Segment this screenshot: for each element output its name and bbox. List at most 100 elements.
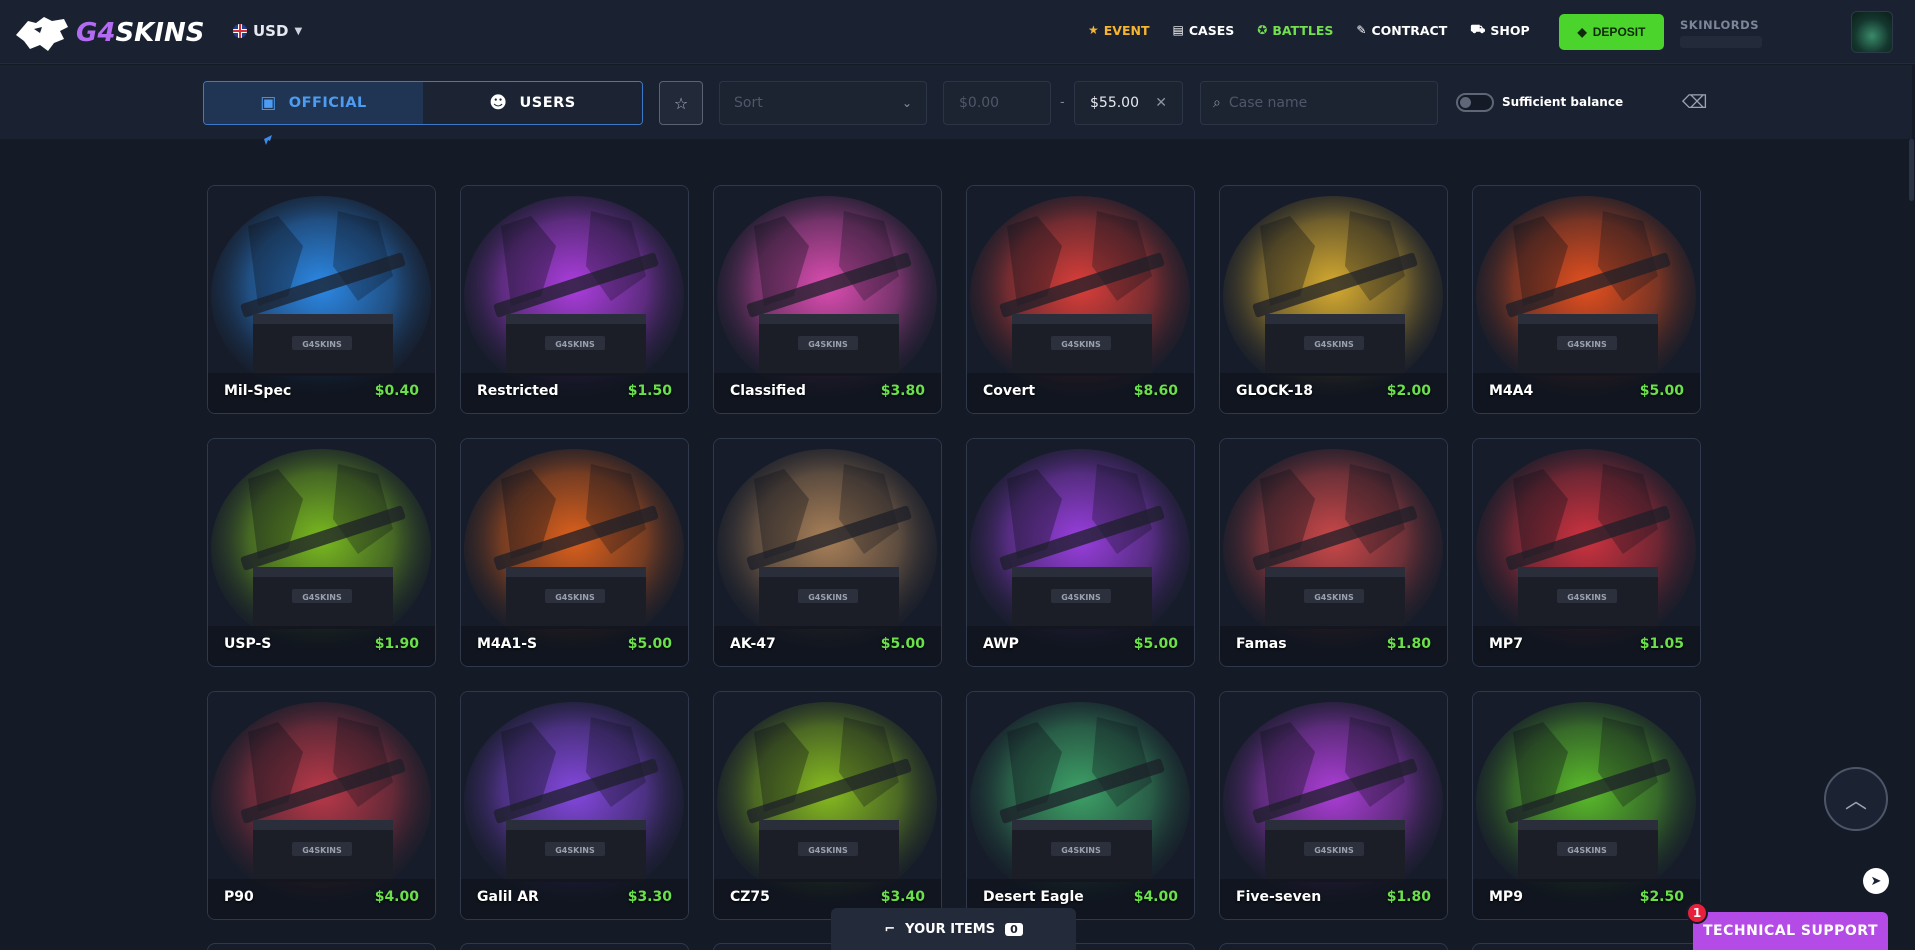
nav-cases-label: CASES bbox=[1188, 22, 1235, 38]
eraser-icon[interactable]: ⌫ bbox=[1682, 92, 1707, 114]
scrollbar-track[interactable] bbox=[1909, 139, 1915, 950]
case-name-search[interactable]: ⌕ Case name bbox=[1200, 81, 1438, 125]
scrollbar-thumb[interactable] bbox=[1909, 139, 1914, 201]
case-name: M4A1-S bbox=[477, 636, 538, 652]
case-image: G4SKINS bbox=[1220, 692, 1447, 919]
case-price: $0.40 bbox=[374, 383, 419, 399]
case-card-partial[interactable] bbox=[460, 943, 689, 950]
case-name: AK-47 bbox=[730, 636, 776, 652]
your-items-label: YOUR ITEMS bbox=[905, 921, 996, 937]
uk-flag-icon bbox=[233, 24, 247, 38]
case-name: Restricted bbox=[477, 383, 559, 399]
case-card[interactable]: G4SKINS GLOCK-18 $2.00 bbox=[1219, 185, 1448, 414]
technical-support-button[interactable]: TECHNICAL SUPPORT bbox=[1693, 912, 1888, 950]
case-card[interactable]: G4SKINS Galil AR $3.30 bbox=[460, 691, 689, 920]
your-items-button[interactable]: ⌐ YOUR ITEMS 0 bbox=[831, 908, 1076, 950]
case-card[interactable]: G4SKINS Desert Eagle $4.00 bbox=[966, 691, 1195, 920]
deposit-button[interactable]: ◆ DEPOSIT bbox=[1559, 14, 1664, 50]
currency-selector[interactable]: USD ▼ bbox=[233, 22, 302, 40]
case-card-partial[interactable] bbox=[1219, 943, 1448, 950]
case-price: $3.80 bbox=[880, 383, 925, 399]
nav-battles[interactable]: ✪ BATTLES bbox=[1257, 22, 1333, 38]
gun-icon: ⌐ bbox=[884, 921, 896, 937]
nav-event[interactable]: ★ EVENT bbox=[1088, 22, 1150, 38]
nav-battles-label: BATTLES bbox=[1272, 22, 1334, 38]
case-card[interactable]: G4SKINS M4A4 $5.00 bbox=[1472, 185, 1701, 414]
nav-contract[interactable]: ✎ CONTRACT bbox=[1356, 22, 1447, 38]
scroll-to-top-button[interactable]: ︿ bbox=[1824, 767, 1888, 831]
case-card[interactable]: G4SKINS Mil-Spec $0.40 bbox=[207, 185, 436, 414]
svg-text:G4SKINS: G4SKINS bbox=[1314, 593, 1354, 602]
case-price: $3.30 bbox=[627, 889, 672, 905]
price-range-dash: - bbox=[1060, 95, 1065, 110]
nav-shop[interactable]: ⛟ SHOP bbox=[1470, 22, 1529, 38]
clear-icon[interactable]: ✕ bbox=[1155, 95, 1167, 111]
case-image: G4SKINS bbox=[1220, 186, 1447, 413]
favorites-button[interactable]: ☆ bbox=[659, 81, 703, 125]
users-icon: ☻ bbox=[489, 93, 508, 113]
svg-text:G4SKINS: G4SKINS bbox=[302, 593, 342, 602]
tab-official[interactable]: ▣ OFFICIAL bbox=[204, 82, 423, 124]
chevron-down-icon: ▼ bbox=[294, 25, 303, 37]
case-card[interactable]: G4SKINS M4A1-S $5.00 bbox=[460, 438, 689, 667]
telegram-icon[interactable]: ➤ bbox=[1863, 868, 1889, 894]
case-name: MP9 bbox=[1489, 889, 1523, 905]
case-card[interactable]: G4SKINS Famas $1.80 bbox=[1219, 438, 1448, 667]
case-image: G4SKINS bbox=[208, 692, 435, 919]
chevron-up-icon: ︿ bbox=[1844, 789, 1867, 814]
case-card[interactable]: G4SKINS Restricted $1.50 bbox=[460, 185, 689, 414]
currency-label: USD bbox=[253, 22, 289, 40]
case-name: GLOCK-18 bbox=[1236, 383, 1314, 399]
pin-icon bbox=[264, 135, 272, 145]
case-image: G4SKINS bbox=[461, 186, 688, 413]
case-card[interactable]: G4SKINS MP7 $1.05 bbox=[1472, 438, 1701, 667]
case-name-placeholder: Case name bbox=[1228, 95, 1308, 111]
sufficient-balance-toggle[interactable] bbox=[1456, 93, 1494, 112]
case-card[interactable]: G4SKINS AK-47 $5.00 bbox=[713, 438, 942, 667]
case-card[interactable]: G4SKINS Covert $8.60 bbox=[966, 185, 1195, 414]
case-image: G4SKINS bbox=[714, 186, 941, 413]
svg-text:G4SKINS: G4SKINS bbox=[555, 593, 595, 602]
username[interactable]: SKINLORDS bbox=[1680, 18, 1759, 32]
case-card[interactable]: G4SKINS MP9 $2.50 bbox=[1472, 691, 1701, 920]
case-name: Galil AR bbox=[477, 889, 539, 905]
svg-text:G4SKINS: G4SKINS bbox=[555, 340, 595, 349]
price-to-input[interactable]: $55.00 ✕ bbox=[1074, 81, 1183, 125]
wallet-icon: ◆ bbox=[1577, 25, 1587, 39]
top-header: G4SKINS USD ▼ ★ EVENT ▤ CASES ✪ BATTLES … bbox=[0, 0, 1915, 64]
price-from-placeholder: $0.00 bbox=[959, 95, 1000, 111]
case-card[interactable]: G4SKINS CZ75 $3.40 bbox=[713, 691, 942, 920]
case-price: $1.80 bbox=[1386, 636, 1431, 652]
sort-select[interactable]: Sort ⌄ bbox=[719, 81, 927, 125]
nav-event-label: EVENT bbox=[1103, 22, 1150, 38]
case-price: $1.90 bbox=[374, 636, 419, 652]
tab-users[interactable]: ☻ USERS bbox=[423, 82, 642, 124]
store-icon: ▣ bbox=[260, 93, 277, 113]
case-card[interactable]: G4SKINS Classified $3.80 bbox=[713, 185, 942, 414]
case-image: G4SKINS bbox=[461, 439, 688, 666]
case-image: G4SKINS bbox=[1220, 439, 1447, 666]
svg-text:G4SKINS: G4SKINS bbox=[1314, 340, 1354, 349]
cart-icon: ⛟ bbox=[1470, 22, 1486, 36]
search-icon: ⌕ bbox=[1213, 95, 1221, 111]
case-image: G4SKINS bbox=[461, 692, 688, 919]
sufficient-balance-label: Sufficient balance bbox=[1502, 95, 1624, 109]
case-card[interactable]: G4SKINS Five-seven $1.80 bbox=[1219, 691, 1448, 920]
nav-cases[interactable]: ▤ CASES bbox=[1173, 22, 1235, 38]
case-image: G4SKINS bbox=[1473, 186, 1700, 413]
panther-logo-icon bbox=[16, 17, 68, 51]
avatar[interactable] bbox=[1851, 11, 1893, 53]
price-from-input[interactable]: $0.00 bbox=[943, 81, 1051, 125]
case-card-partial[interactable] bbox=[1472, 943, 1701, 950]
case-card[interactable]: G4SKINS AWP $5.00 bbox=[966, 438, 1195, 667]
tab-official-label: OFFICIAL bbox=[288, 95, 367, 111]
case-name: P90 bbox=[224, 889, 254, 905]
site-logo[interactable]: G4SKINS bbox=[14, 13, 204, 53]
case-name: Five-seven bbox=[1236, 889, 1322, 905]
svg-text:G4SKINS: G4SKINS bbox=[808, 846, 848, 855]
battles-icon: ✪ bbox=[1257, 23, 1268, 37]
case-card[interactable]: G4SKINS USP-S $1.90 bbox=[207, 438, 436, 667]
case-card-partial[interactable] bbox=[207, 943, 436, 950]
svg-text:G4SKINS: G4SKINS bbox=[1567, 593, 1607, 602]
case-card[interactable]: G4SKINS P90 $4.00 bbox=[207, 691, 436, 920]
